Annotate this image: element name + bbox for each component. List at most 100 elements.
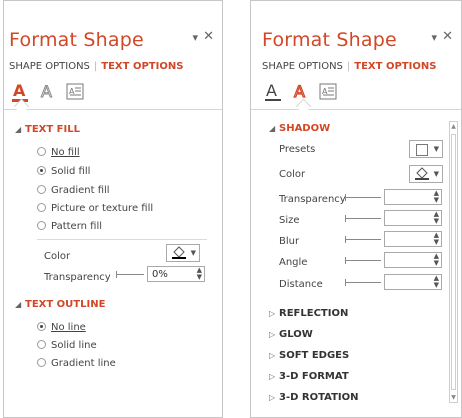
section-text-fill[interactable]: ◢ TEXT FILL (15, 124, 80, 135)
pane-title: Format Shape (9, 29, 144, 51)
shadow-transparency-spinner[interactable]: ▲ ▼ (384, 189, 442, 205)
color-picker-button[interactable]: ▼ (166, 244, 200, 262)
radio-solid-fill[interactable]: Solid fill (37, 166, 90, 177)
spinner-arrows-icon[interactable]: ▲ ▼ (434, 211, 439, 225)
transparency-slider[interactable] (116, 274, 144, 275)
spinner-arrows-icon[interactable]: ▲ ▼ (434, 275, 439, 289)
section-glow[interactable]: ▷ GLOW (269, 329, 313, 340)
scrollbar-thumb[interactable] (451, 134, 456, 390)
format-shape-pane-right: Format Shape ▾ ✕ SHAPE OPTIONS | TEXT OPTI… (250, 0, 462, 418)
radio-label: Gradient line (51, 358, 116, 369)
vertical-scrollbar[interactable]: ▲ ▼ (449, 121, 458, 403)
collapse-triangle-icon: ◢ (15, 300, 22, 309)
radio-label: Picture or texture fill (51, 203, 154, 214)
presets-label: Presets (279, 144, 316, 155)
option-tabs: SHAPE OPTIONS | TEXT OPTIONS (9, 61, 183, 72)
radio-icon (37, 340, 46, 349)
svg-text:A: A (41, 82, 52, 101)
text-fill-outline-icon[interactable]: A (264, 81, 282, 103)
text-effects-icon[interactable]: A (39, 81, 57, 103)
pane-options-dropdown-icon[interactable]: ▾ (192, 31, 198, 44)
section-text-outline[interactable]: ◢ TEXT OUTLINE (15, 299, 105, 310)
shadow-size-spinner[interactable]: ▲ ▼ (384, 210, 442, 226)
chevron-down-icon: ▼ (433, 170, 439, 178)
shadow-angle-spinner[interactable]: ▲ ▼ (384, 252, 442, 268)
section-header-label: 3-D FORMAT (279, 371, 349, 382)
shadow-transparency-label: Transparency (279, 194, 346, 205)
radio-label: Solid fill (51, 166, 91, 177)
radio-selected-icon (37, 322, 46, 331)
spinner-arrows-icon[interactable]: ▲ ▼ (197, 267, 202, 281)
section-3d-rotation[interactable]: ▷ 3-D ROTATION (269, 392, 359, 403)
shadow-distance-label: Distance (279, 279, 323, 290)
radio-solid-line[interactable]: Solid line (37, 340, 97, 351)
expand-triangle-icon: ▷ (269, 309, 276, 318)
shadow-size-label: Size (279, 215, 300, 226)
shadow-blur-slider[interactable] (345, 239, 381, 240)
divider (37, 239, 207, 240)
shadow-preset-icon (416, 144, 428, 156)
collapse-triangle-icon: ◢ (269, 124, 276, 133)
chevron-down-icon: ▼ (190, 249, 196, 257)
section-reflection[interactable]: ▷ REFLECTION (269, 308, 348, 319)
radio-icon (37, 358, 46, 367)
section-header-label: TEXT OUTLINE (25, 299, 106, 310)
pane-title: Format Shape (262, 29, 397, 51)
expand-triangle-icon: ▷ (269, 351, 276, 360)
radio-label: Solid line (51, 340, 97, 351)
radio-no-line[interactable]: No line (37, 322, 86, 333)
shadow-angle-label: Angle (279, 257, 308, 268)
shadow-angle-slider[interactable] (345, 260, 381, 261)
svg-text:A: A (13, 81, 26, 100)
section-header-label: TEXT FILL (25, 124, 80, 135)
transparency-spinner[interactable]: 0% ▲ ▼ (147, 266, 205, 282)
tab-shape-options[interactable]: SHAPE OPTIONS (262, 61, 343, 72)
shadow-distance-spinner[interactable]: ▲ ▼ (384, 274, 442, 290)
shadow-size-slider[interactable] (345, 218, 381, 219)
radio-label: No fill (51, 147, 80, 158)
spinner-arrows-icon[interactable]: ▲ ▼ (434, 190, 439, 204)
radio-no-fill[interactable]: No fill (37, 147, 80, 158)
radio-gradient-line[interactable]: Gradient line (37, 358, 116, 369)
shadow-distance-slider[interactable] (345, 282, 381, 283)
scroll-up-icon[interactable]: ▲ (450, 123, 457, 130)
expand-triangle-icon: ▷ (269, 330, 276, 339)
presets-dropdown[interactable]: ▼ (409, 140, 443, 158)
spinner-value: 0% (152, 269, 168, 280)
ribbon-divider (4, 109, 222, 110)
tab-shape-options[interactable]: SHAPE OPTIONS (9, 61, 90, 72)
shadow-blur-label: Blur (279, 236, 300, 247)
radio-gradient-fill[interactable]: Gradient fill (37, 185, 110, 196)
close-icon[interactable]: ✕ (203, 29, 214, 44)
expand-triangle-icon: ▷ (269, 372, 276, 381)
radio-pattern-fill[interactable]: Pattern fill (37, 221, 102, 232)
section-shadow[interactable]: ◢ SHADOW (269, 123, 330, 134)
radio-label: Gradient fill (51, 185, 110, 196)
shadow-blur-spinner[interactable]: ▲ ▼ (384, 231, 442, 247)
paint-bucket-icon (172, 246, 186, 259)
shadow-transparency-slider[interactable] (345, 197, 381, 198)
scroll-down-icon[interactable]: ▼ (450, 394, 457, 401)
pane-options-dropdown-icon[interactable]: ▾ (431, 31, 437, 44)
section-3d-format[interactable]: ▷ 3-D FORMAT (269, 371, 349, 382)
close-icon[interactable]: ✕ (442, 29, 453, 44)
shadow-color-picker[interactable]: ▼ (409, 165, 443, 183)
option-tabs: SHAPE OPTIONS | TEXT OPTIONS (262, 61, 436, 72)
textbox-icon[interactable]: A (319, 81, 337, 103)
radio-picture-fill[interactable]: Picture or texture fill (37, 203, 153, 214)
radio-label: Pattern fill (51, 221, 103, 232)
chevron-down-icon: ▼ (433, 145, 439, 153)
shadow-color-label: Color (279, 169, 306, 180)
spinner-arrows-icon[interactable]: ▲ ▼ (434, 253, 439, 267)
tab-separator: | (346, 61, 351, 72)
radio-icon (37, 147, 46, 156)
radio-icon (37, 203, 46, 212)
textbox-icon[interactable]: A (66, 81, 84, 103)
section-soft-edges[interactable]: ▷ SOFT EDGES (269, 350, 349, 361)
tab-text-options[interactable]: TEXT OPTIONS (101, 61, 183, 72)
tab-text-options[interactable]: TEXT OPTIONS (354, 61, 436, 72)
radio-selected-icon (37, 166, 46, 175)
transparency-label: Transparency (44, 272, 111, 283)
spinner-arrows-icon[interactable]: ▲ ▼ (434, 232, 439, 246)
ribbon-divider (251, 109, 461, 110)
